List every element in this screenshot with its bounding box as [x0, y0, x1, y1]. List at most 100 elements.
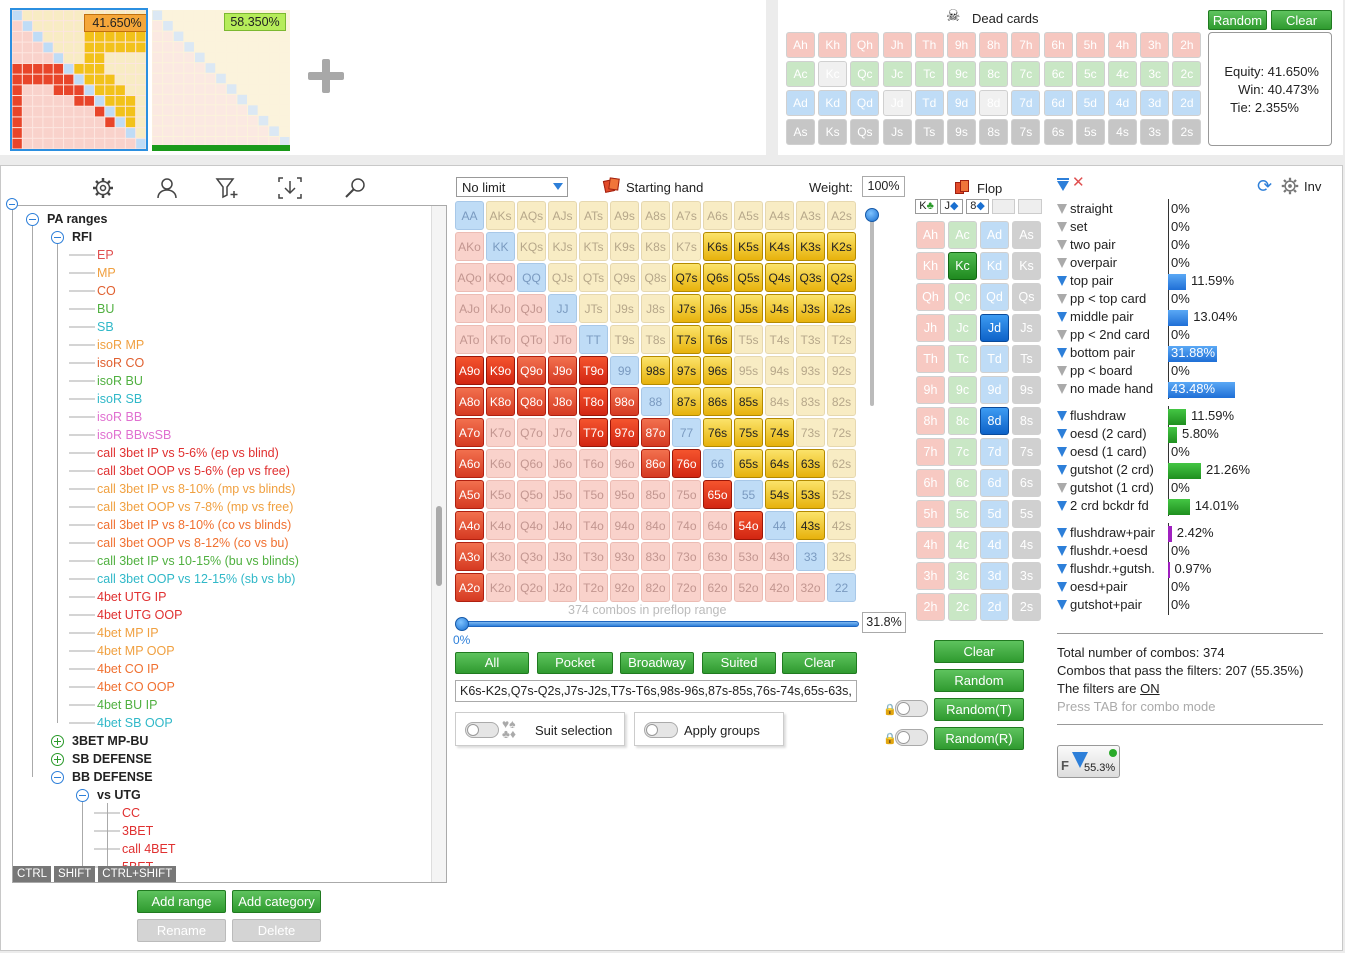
tree-item[interactable]: isoR CO	[97, 356, 144, 370]
weight-slider-handle[interactable]	[865, 208, 879, 222]
hand-cell-A7s[interactable]: A7s	[672, 201, 701, 230]
range-text-field[interactable]: K6s-K2s,Q7s-Q2s,J7s-J2s,T7s-T6s,98s-96s,…	[455, 680, 857, 702]
tree-item[interactable]: call 3bet IP vs 8-10% (mp vs blinds)	[97, 482, 295, 496]
hand-cell-K5s[interactable]: K5s	[734, 232, 763, 261]
tree-item[interactable]: vs UTG	[97, 788, 141, 802]
percent-slider-handle[interactable]	[455, 617, 469, 631]
hand-cell-52s[interactable]: 52s	[827, 480, 856, 509]
stat-row-gutshot-2-crd-[interactable]: gutshot (2 crd) 21.26%	[1057, 462, 1327, 480]
hand-cell-KJo[interactable]: KJo	[486, 294, 515, 323]
flop-card-As[interactable]: As	[1012, 221, 1041, 249]
hand-cell-J5o[interactable]: J5o	[548, 480, 577, 509]
hand-cell-T7o[interactable]: T7o	[579, 418, 608, 447]
invert-label[interactable]: Inv	[1304, 179, 1321, 194]
stat-filter-icon[interactable]	[1057, 330, 1067, 340]
tree-item[interactable]: CO	[97, 284, 116, 298]
flop-card-8s[interactable]: 8s	[1012, 407, 1041, 435]
flop-card-Tc[interactable]: Tc	[948, 345, 977, 373]
hand-cell-88[interactable]: 88	[641, 387, 670, 416]
dead-card-Kh[interactable]: Kh	[818, 32, 848, 58]
hand-cell-A8s[interactable]: A8s	[641, 201, 670, 230]
flop-card-9s[interactable]: 9s	[1012, 376, 1041, 404]
tree-item[interactable]: isoR SB	[97, 392, 142, 406]
tree-item[interactable]: 4bet UTG IP	[97, 590, 166, 604]
hand-cell-87o[interactable]: 87o	[641, 418, 670, 447]
hand-cell-85o[interactable]: 85o	[641, 480, 670, 509]
tree-item[interactable]: call 3bet IP vs 10-15% (bu vs blinds)	[97, 554, 299, 568]
apply-groups-switch[interactable]	[644, 722, 678, 738]
flop-card-4d[interactable]: 4d	[980, 531, 1009, 559]
dead-card-9s[interactable]: 9s	[947, 119, 976, 145]
stat-filter-icon[interactable]	[1057, 546, 1067, 556]
hand-cell-75s[interactable]: 75s	[734, 418, 763, 447]
hand-cell-74s[interactable]: 74s	[765, 418, 794, 447]
hand-cell-95s[interactable]: 95s	[734, 356, 763, 385]
hand-cell-93o[interactable]: 93o	[610, 542, 639, 571]
dead-card-8d[interactable]: 8d	[979, 90, 1009, 116]
tree-item[interactable]: isoR BU	[97, 374, 143, 388]
hand-cell-J2s[interactable]: J2s	[827, 294, 856, 323]
hand-cell-43s[interactable]: 43s	[796, 511, 825, 540]
hand-cell-T9s[interactable]: T9s	[610, 325, 639, 354]
flop-card-Qh[interactable]: Qh	[916, 283, 945, 311]
clear-filter-icon[interactable]: ✕	[1072, 175, 1085, 190]
hand-cell-AKs[interactable]: AKs	[486, 201, 515, 230]
stat-row-straight[interactable]: straight 0%	[1057, 201, 1327, 219]
flop-card-4h[interactable]: 4h	[916, 531, 945, 559]
stat-filter-icon[interactable]	[1057, 528, 1067, 538]
stat-row-two-pair[interactable]: two pair 0%	[1057, 237, 1327, 255]
hand-cell-T2s[interactable]: T2s	[827, 325, 856, 354]
tree-item[interactable]: RFI	[72, 230, 92, 244]
tree-item[interactable]: 4bet MP IP	[97, 626, 159, 640]
hand-cell-A6s[interactable]: A6s	[703, 201, 732, 230]
stat-filter-icon[interactable]	[1057, 501, 1067, 511]
range1-thumbnail[interactable]: 41.650%	[10, 8, 148, 151]
stat-row-top-pair[interactable]: top pair 11.59%	[1057, 273, 1327, 291]
hand-cell-T5s[interactable]: T5s	[734, 325, 763, 354]
hand-cell-54o[interactable]: 54o	[734, 511, 763, 540]
flop-card-Ts[interactable]: Ts	[1012, 345, 1041, 373]
hand-cell-62s[interactable]: 62s	[827, 449, 856, 478]
tree-item[interactable]: EP	[97, 248, 114, 262]
settings-gear-icon[interactable]	[1281, 177, 1299, 195]
flop-card-5h[interactable]: 5h	[916, 500, 945, 528]
hand-cell-82s[interactable]: 82s	[827, 387, 856, 416]
tree-item[interactable]: 3BET MP-BU	[72, 734, 148, 748]
hand-cell-83o[interactable]: 83o	[641, 542, 670, 571]
dead-card-Qc[interactable]: Qc	[850, 61, 880, 87]
stat-filter-icon[interactable]	[1057, 600, 1067, 610]
hand-cell-87s[interactable]: 87s	[672, 387, 701, 416]
hand-cell-JJ[interactable]: JJ	[548, 294, 577, 323]
dead-card-As[interactable]: As	[786, 119, 815, 145]
stat-row-flushdraw-pair[interactable]: flushdraw+pair 2.42%	[1057, 525, 1327, 543]
tree-item[interactable]: call 3bet IP vs 5-6% (ep vs blind)	[97, 446, 279, 460]
hand-cell-Q6o[interactable]: Q6o	[517, 449, 546, 478]
hand-cell-J2o[interactable]: J2o	[548, 573, 577, 602]
hand-cell-T6o[interactable]: T6o	[579, 449, 608, 478]
dead-card-Kd[interactable]: Kd	[818, 90, 848, 116]
flop-card-3h[interactable]: 3h	[916, 562, 945, 590]
hand-cell-K9s[interactable]: K9s	[610, 232, 639, 261]
hand-cell-98s[interactable]: 98s	[641, 356, 670, 385]
tree-item[interactable]: 4bet MP OOP	[97, 644, 175, 658]
tree-item[interactable]: BU	[97, 302, 114, 316]
flop-card-Qd[interactable]: Qd	[980, 283, 1009, 311]
flop-card-Js[interactable]: Js	[1012, 314, 1041, 342]
hand-cell-Q5o[interactable]: Q5o	[517, 480, 546, 509]
hand-cell-73s[interactable]: 73s	[796, 418, 825, 447]
stat-filter-icon[interactable]	[1057, 384, 1067, 394]
dead-card-4d[interactable]: 4d	[1108, 90, 1137, 116]
hand-cell-Q3s[interactable]: Q3s	[796, 263, 825, 292]
stat-row-no-made-hand[interactable]: no made hand 43.48%	[1057, 381, 1327, 399]
flop-card-Qc[interactable]: Qc	[948, 283, 977, 311]
hand-cell-A8o[interactable]: A8o	[455, 387, 484, 416]
suited-button[interactable]: Suited	[702, 652, 776, 674]
tree-item[interactable]: PA ranges	[47, 212, 107, 226]
hand-cell-84o[interactable]: 84o	[641, 511, 670, 540]
range2-thumbnail[interactable]: 58.350%	[152, 10, 290, 151]
hand-cell-Q3o[interactable]: Q3o	[517, 542, 546, 571]
hand-cell-KJs[interactable]: KJs	[548, 232, 577, 261]
hand-cell-J6o[interactable]: J6o	[548, 449, 577, 478]
flop-card-7c[interactable]: 7c	[948, 438, 977, 466]
dead-card-Ad[interactable]: Ad	[786, 90, 815, 116]
